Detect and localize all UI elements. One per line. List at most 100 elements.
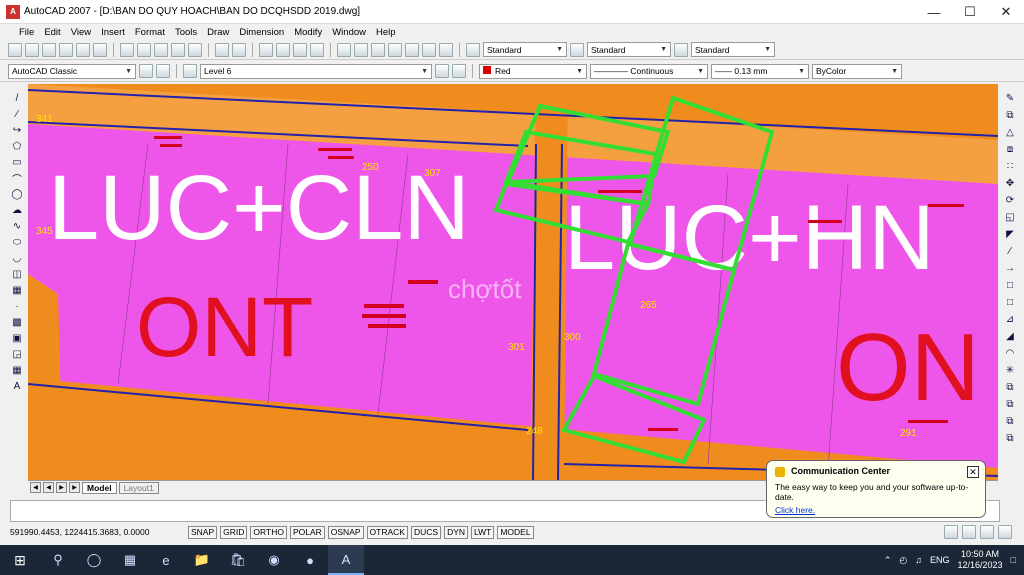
snap-toggle[interactable]: SNAP xyxy=(188,525,218,539)
bring-above-icon[interactable]: ⧉ xyxy=(1004,432,1017,445)
task-view-icon[interactable]: ◯ xyxy=(76,545,112,575)
menu-file[interactable]: File xyxy=(14,27,39,38)
make-object-layer-current-icon[interactable] xyxy=(435,64,449,78)
bring-to-front-icon[interactable]: ⧉ xyxy=(1004,398,1017,411)
grid-toggle[interactable]: GRID xyxy=(220,525,248,539)
menu-dimension[interactable]: Dimension xyxy=(234,27,289,38)
publish-icon[interactable] xyxy=(93,42,107,57)
ellipse-arc-icon[interactable]: ◡ xyxy=(11,252,24,265)
network-icon[interactable]: ◴ xyxy=(899,555,907,566)
table-icon[interactable]: ▦ xyxy=(11,364,24,377)
markup-icon[interactable] xyxy=(405,42,419,57)
otrack-toggle[interactable]: OTRACK xyxy=(366,525,408,539)
minimize-button[interactable]: — xyxy=(916,0,952,24)
draw-order-icon[interactable]: ⧉ xyxy=(1004,381,1017,394)
menu-view[interactable]: View xyxy=(66,27,96,38)
cut-icon[interactable] xyxy=(120,42,134,57)
pan-icon[interactable] xyxy=(259,42,273,57)
zoom-window-icon[interactable] xyxy=(293,42,307,57)
scale-icon[interactable]: ◱ xyxy=(1004,211,1017,224)
notifications-icon[interactable]: □ xyxy=(1011,555,1016,565)
layer-manager-icon[interactable] xyxy=(183,64,197,78)
my-workspace-icon[interactable] xyxy=(156,64,170,78)
open-file-icon[interactable] xyxy=(25,42,39,57)
menu-tools[interactable]: Tools xyxy=(170,27,202,38)
app-icon[interactable]: ● xyxy=(292,545,328,575)
zoom-realtime-icon[interactable] xyxy=(276,42,290,57)
dim-style-select[interactable]: Standard ▼ xyxy=(587,42,671,57)
windows-start-icon[interactable]: ⊞ xyxy=(0,545,40,575)
insert-block-icon[interactable]: ◫ xyxy=(11,268,24,281)
ortho-toggle[interactable]: ORTHO xyxy=(250,525,287,539)
zoom-previous-icon[interactable] xyxy=(310,42,324,57)
construction-line-icon[interactable]: ∕ xyxy=(11,108,24,121)
properties-icon[interactable] xyxy=(337,42,351,57)
annotation-icon[interactable] xyxy=(980,525,994,539)
paste-icon[interactable] xyxy=(154,42,168,57)
break-at-point-icon[interactable]: □ xyxy=(1004,279,1017,292)
next-tab-icon[interactable]: ▶ xyxy=(56,482,67,493)
layer-previous-icon[interactable] xyxy=(452,64,466,78)
linetype-select[interactable]: ———— Continuous ▼ xyxy=(590,63,708,79)
copy-icon[interactable] xyxy=(137,42,151,57)
polyline-icon[interactable]: ↪ xyxy=(11,124,24,137)
rotate-icon[interactable]: ⟳ xyxy=(1004,194,1017,207)
language-indicator[interactable]: ENG xyxy=(930,555,950,565)
volume-icon[interactable]: ♫ xyxy=(915,555,922,565)
region-icon[interactable]: ◲ xyxy=(11,348,24,361)
calculator-icon[interactable] xyxy=(422,42,436,57)
erase-icon[interactable]: ✎ xyxy=(1004,92,1017,105)
menu-help[interactable]: Help xyxy=(371,27,401,38)
stretch-icon[interactable]: ◤ xyxy=(1004,228,1017,241)
widgets-icon[interactable]: ▦ xyxy=(112,545,148,575)
save-icon[interactable] xyxy=(42,42,56,57)
fillet-icon[interactable]: ◠ xyxy=(1004,347,1017,360)
hatch-icon[interactable]: ▩ xyxy=(11,316,24,329)
store-icon[interactable]: 🛍 xyxy=(220,545,256,575)
array-icon[interactable]: ∷ xyxy=(1004,160,1017,173)
explode-icon[interactable]: ✳ xyxy=(1004,364,1017,377)
move-icon[interactable]: ✥ xyxy=(1004,177,1017,190)
menu-draw[interactable]: Draw xyxy=(202,27,234,38)
point-icon[interactable]: · xyxy=(11,300,24,313)
rectangle-icon[interactable]: ▭ xyxy=(11,156,24,169)
new-file-icon[interactable] xyxy=(8,42,22,57)
revision-cloud-icon[interactable]: ☁ xyxy=(11,204,24,217)
polygon-icon[interactable]: ⬠ xyxy=(11,140,24,153)
clean-screen-icon[interactable] xyxy=(998,525,1012,539)
communication-center-tray-icon[interactable] xyxy=(944,525,958,539)
gradient-icon[interactable]: ▣ xyxy=(11,332,24,345)
design-center-icon[interactable] xyxy=(354,42,368,57)
lineweight-select[interactable]: —— 0.13 mm ▼ xyxy=(711,63,809,79)
copy-object-icon[interactable]: ⧉ xyxy=(1004,109,1017,122)
autocad-app-icon[interactable]: A xyxy=(6,4,20,19)
text-style-select[interactable]: Standard ▼ xyxy=(483,42,567,57)
make-block-icon[interactable]: ▦ xyxy=(11,284,24,297)
menu-edit[interactable]: Edit xyxy=(39,27,65,38)
chrome-browser-icon[interactable]: ◉ xyxy=(256,545,292,575)
workspace-settings-icon[interactable] xyxy=(139,64,153,78)
tab-model[interactable]: Model xyxy=(82,481,117,494)
lwt-toggle[interactable]: LWT xyxy=(471,525,495,539)
ducs-toggle[interactable]: DUCS xyxy=(410,525,442,539)
edge-browser-icon[interactable]: e xyxy=(148,545,184,575)
drawing-canvas[interactable]: LUC+CLN LUC+HN ONT ON 341 345 301 300 26… xyxy=(28,84,998,480)
taskbar-clock[interactable]: 10:50 AM 12/16/2023 xyxy=(958,549,1003,571)
undo-icon[interactable] xyxy=(215,42,229,57)
close-button[interactable]: ✕ xyxy=(988,0,1024,24)
menu-format[interactable]: Format xyxy=(130,27,170,38)
workspace-select[interactable]: AutoCAD Classic ▼ xyxy=(8,63,136,79)
ellipse-icon[interactable]: ⬭ xyxy=(11,236,24,249)
multiline-text-icon[interactable]: A xyxy=(11,380,24,393)
line-icon[interactable]: / xyxy=(11,92,24,105)
help-icon[interactable] xyxy=(439,42,453,57)
trim-icon[interactable]: ∕ xyxy=(1004,245,1017,258)
layer-select[interactable]: Level 6 ▼ xyxy=(200,63,432,79)
break-icon[interactable]: □ xyxy=(1004,296,1017,309)
menu-insert[interactable]: Insert xyxy=(96,27,130,38)
maximize-button[interactable]: ☐ xyxy=(952,0,988,24)
last-tab-icon[interactable]: ▶ xyxy=(69,482,80,493)
offset-icon[interactable]: ⧈ xyxy=(1004,143,1017,156)
join-icon[interactable]: ⊿ xyxy=(1004,313,1017,326)
first-tab-icon[interactable]: ◀ xyxy=(30,482,41,493)
